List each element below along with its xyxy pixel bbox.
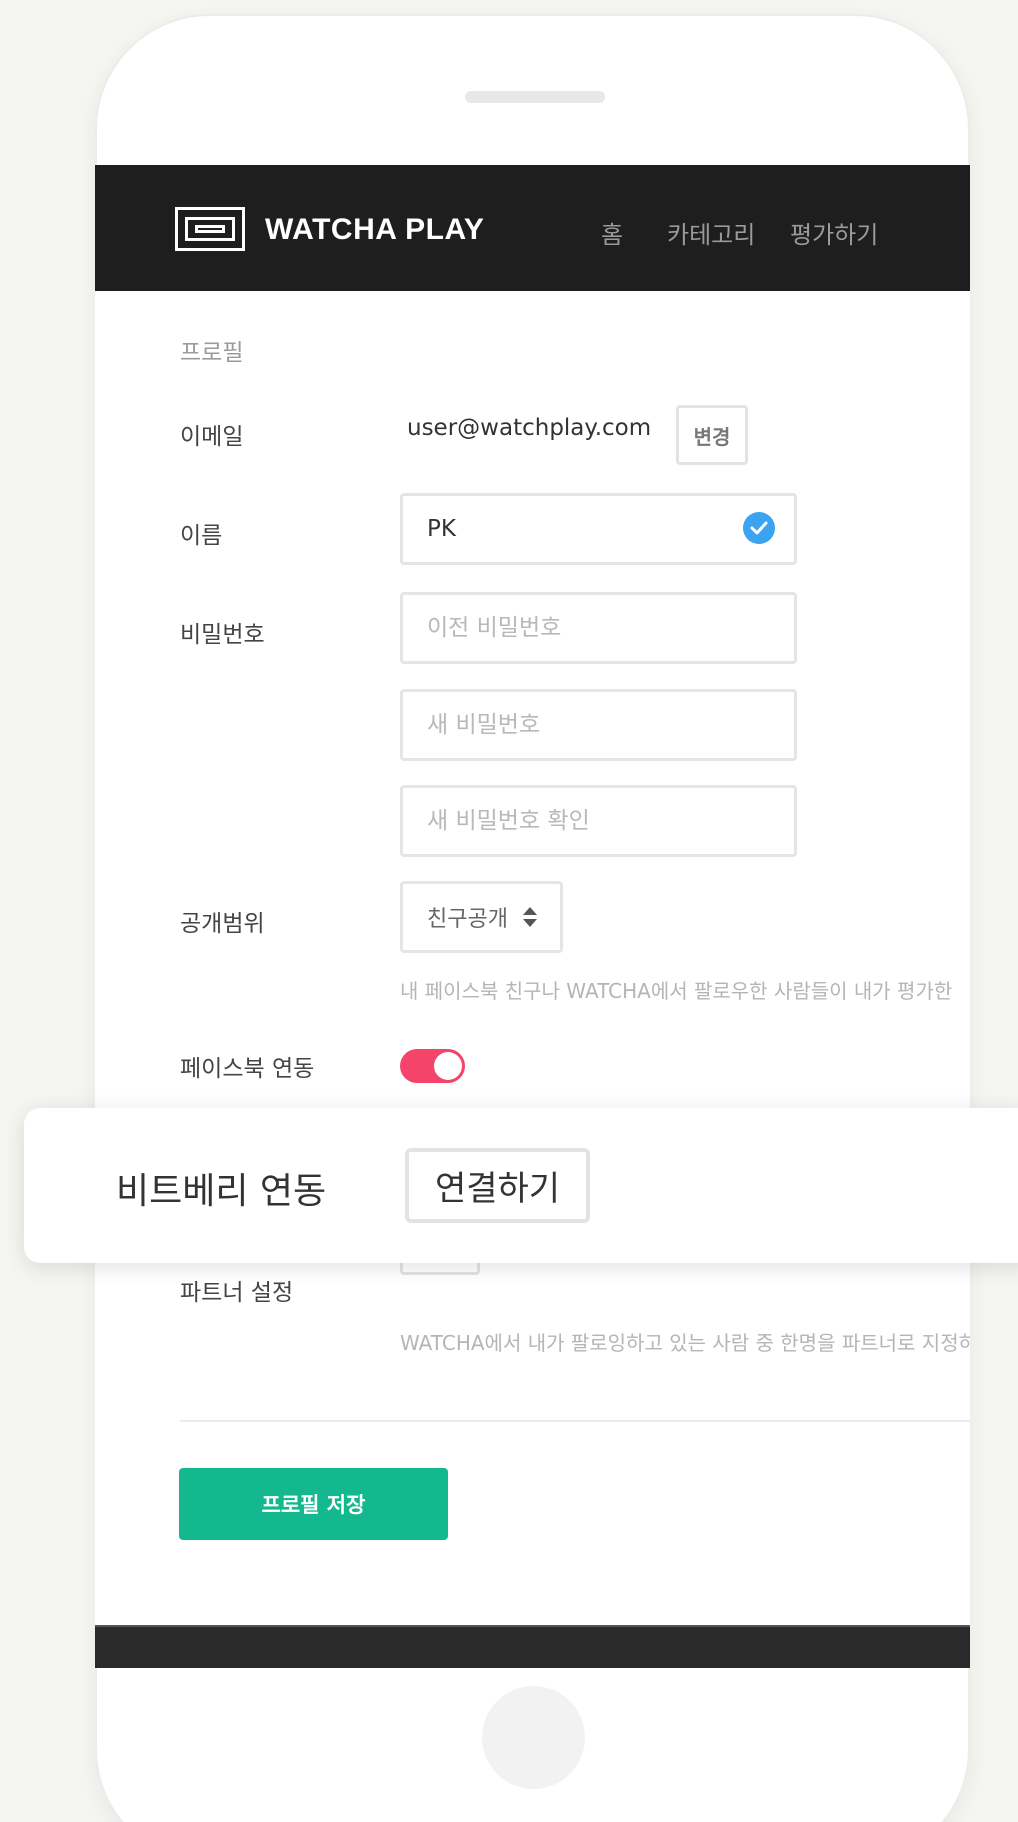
phone-home-button[interactable]: [482, 1686, 585, 1789]
nav-category[interactable]: 카테고리: [667, 215, 755, 250]
bitberry-label: 비트베리 연동: [116, 1171, 327, 1212]
facebook-label: 페이스북 연동: [180, 1056, 315, 1082]
new-password-input[interactable]: [400, 689, 797, 761]
bitberry-connect-card: 비트베리 연동 연결하기: [24, 1108, 1018, 1263]
email-label: 이메일: [180, 424, 244, 450]
footer-bar: [95, 1625, 970, 1668]
partner-help-text: WATCHA에서 내가 팔로잉하고 있는 사람 중 한명을 파트너로 지정하: [400, 1331, 970, 1355]
phone-speaker: [465, 91, 605, 103]
app-screen: WATCHA PLAY 홈 카테고리 평가하기 프로필 이메일 user@wat…: [95, 165, 970, 1668]
bitberry-connect-button[interactable]: 연결하기: [405, 1148, 590, 1223]
nav-rate[interactable]: 평가하기: [790, 215, 878, 250]
visibility-label: 공개범위: [180, 911, 265, 937]
top-navigation-bar: WATCHA PLAY 홈 카테고리 평가하기: [95, 165, 970, 291]
visibility-select[interactable]: 친구공개: [400, 881, 563, 953]
email-value: user@watchplay.com: [407, 415, 652, 441]
partner-label: 파트너 설정: [180, 1280, 294, 1306]
password-label: 비밀번호: [180, 622, 265, 648]
visibility-help-text: 내 페이스북 친구나 WATCHA에서 팔로우한 사람들이 내가 평가한: [400, 979, 953, 1003]
check-icon: [743, 512, 775, 544]
toggle-knob: [434, 1052, 462, 1080]
divider: [180, 1420, 970, 1422]
name-input[interactable]: [400, 493, 797, 565]
visibility-value: 친구공개: [427, 907, 508, 932]
name-label: 이름: [180, 523, 223, 549]
sort-arrows-icon: [523, 907, 537, 927]
confirm-password-input[interactable]: [400, 785, 797, 857]
logo-text[interactable]: WATCHA PLAY: [265, 213, 484, 247]
email-change-button[interactable]: 변경: [676, 405, 748, 465]
old-password-input[interactable]: [400, 592, 797, 664]
section-title: 프로필: [180, 340, 244, 366]
facebook-toggle[interactable]: [400, 1049, 465, 1083]
save-profile-button[interactable]: 프로필 저장: [179, 1468, 448, 1540]
nav-home[interactable]: 홈: [601, 215, 623, 250]
watcha-logo-icon[interactable]: [175, 207, 245, 251]
